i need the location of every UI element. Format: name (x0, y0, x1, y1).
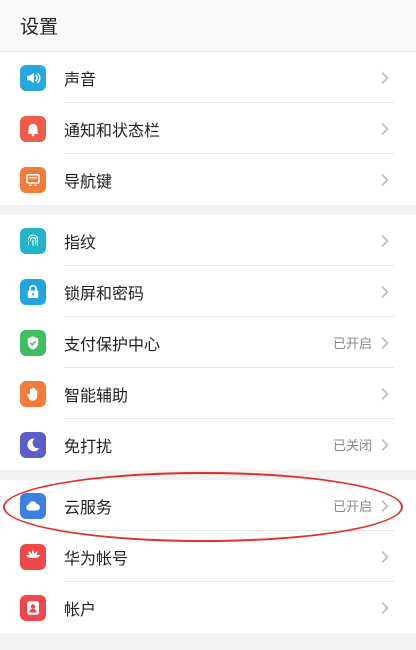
bell-icon (20, 115, 46, 142)
settings-item-status: 已开启 (332, 337, 372, 352)
lock-icon (20, 278, 46, 305)
speaker-icon (20, 64, 46, 91)
settings-item-label: 导航键 (64, 171, 113, 191)
chevron-right-icon (378, 173, 392, 187)
settings-item-sound[interactable]: 声音 (0, 52, 416, 103)
settings-item-accounts[interactable]: 帐户 (0, 582, 416, 633)
page-title: 设置 (20, 16, 59, 38)
fingerprint-icon (20, 227, 46, 254)
settings-item-label: 智能辅助 (64, 385, 129, 405)
settings-group-1: 声音 通知和状态栏 导航键 (0, 52, 416, 205)
settings-item-fingerprint[interactable]: 指纹 (0, 215, 416, 266)
navigation-key-icon (20, 166, 46, 193)
chevron-right-icon (378, 122, 392, 136)
settings-item-label: 免打扰 (64, 436, 113, 456)
settings-item-lock-screen[interactable]: 锁屏和密码 (0, 266, 416, 317)
chevron-right-icon (378, 550, 392, 564)
settings-item-notifications[interactable]: 通知和状态栏 (0, 103, 416, 154)
settings-item-label: 支付保护中心 (64, 334, 161, 354)
settings-item-label: 通知和状态栏 (64, 120, 161, 140)
settings-group-2: 指纹 锁屏和密码 支付保护中心 已开启 智能辅助 免打扰 已关闭 (0, 215, 416, 470)
chevron-right-icon (378, 499, 392, 513)
settings-item-navigation-keys[interactable]: 导航键 (0, 154, 416, 205)
settings-item-label: 声音 (64, 69, 97, 89)
chevron-right-icon (378, 601, 392, 615)
moon-icon (20, 431, 46, 458)
settings-item-cloud-service[interactable]: 云服务 已开启 (0, 480, 416, 531)
settings-item-payment-protection[interactable]: 支付保护中心 已开启 (0, 317, 416, 368)
chevron-right-icon (378, 336, 392, 350)
shield-check-icon (20, 329, 46, 356)
settings-item-label: 锁屏和密码 (64, 283, 145, 303)
settings-item-do-not-disturb[interactable]: 免打扰 已关闭 (0, 419, 416, 470)
huawei-logo-icon (20, 543, 46, 570)
chevron-right-icon (378, 438, 392, 452)
chevron-right-icon (378, 71, 392, 85)
chevron-right-icon (378, 234, 392, 248)
chevron-right-icon (378, 387, 392, 401)
header-bar: 设置 (0, 0, 416, 52)
user-account-icon (20, 594, 46, 621)
settings-item-huawei-id[interactable]: 华为帐号 (0, 531, 416, 582)
settings-item-label: 云服务 (64, 497, 113, 517)
settings-item-label: 帐户 (64, 599, 97, 619)
cloud-icon (20, 492, 46, 519)
chevron-right-icon (378, 285, 392, 299)
hand-icon (20, 380, 46, 407)
settings-item-smart-assist[interactable]: 智能辅助 (0, 368, 416, 419)
settings-item-status: 已开启 (332, 500, 372, 515)
settings-item-status: 已关闭 (332, 439, 372, 454)
settings-item-label: 指纹 (64, 232, 97, 252)
settings-group-3: 云服务 已开启 华为帐号 帐户 (0, 480, 416, 633)
settings-item-label: 华为帐号 (64, 548, 129, 568)
